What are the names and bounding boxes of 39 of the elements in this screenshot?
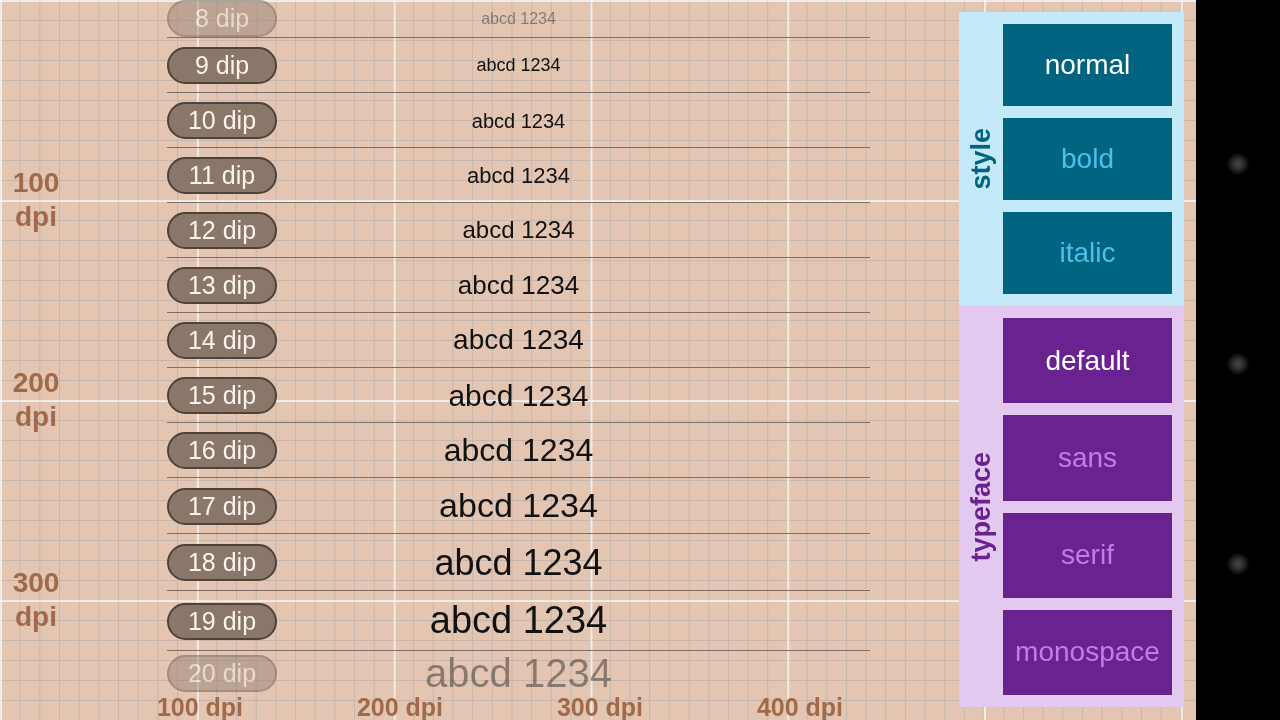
size-button[interactable]: 11 dip [167, 157, 277, 195]
size-button[interactable]: 17 dip [167, 487, 277, 525]
size-button[interactable]: 10 dip [167, 102, 277, 140]
sample-text: abcd 1234 [461, 217, 576, 244]
sample-text: abcd 1234 [428, 600, 609, 643]
option-button[interactable]: serif [1003, 512, 1172, 598]
option-button[interactable]: default [1003, 318, 1172, 404]
sample-text: abcd 1234 [475, 55, 562, 76]
size-button[interactable]: 16 dip [167, 432, 277, 470]
sample-text: abcd 1234 [447, 379, 590, 413]
size-button[interactable]: 19 dip [167, 602, 277, 640]
sample-text: abcd 1234 [456, 271, 581, 300]
ruler-label: 100 dpi [11, 166, 61, 234]
sample-text: abcd 1234 [466, 163, 571, 188]
size-button[interactable]: 13 dip [167, 267, 277, 305]
dot-icon[interactable] [1227, 153, 1249, 175]
section-label: style [967, 128, 995, 190]
sample-text: abcd 1234 [480, 9, 557, 28]
option-button[interactable]: bold [1003, 118, 1172, 200]
sample-text: abcd 1234 [424, 651, 613, 694]
sample-text: abcd 1234 [433, 542, 604, 583]
size-button[interactable]: 9 dip [167, 47, 277, 84]
size-button[interactable]: 12 dip [167, 212, 277, 250]
option-button[interactable]: sans [1003, 415, 1172, 501]
size-button[interactable]: 18 dip [167, 544, 277, 582]
option-button[interactable]: normal [1003, 24, 1172, 106]
size-button[interactable]: 15 dip [167, 377, 277, 415]
dot-icon[interactable] [1227, 553, 1249, 575]
option-button[interactable]: italic [1003, 212, 1172, 294]
sample-text: abcd 1234 [438, 487, 599, 525]
ruler-label: 300 dpi [11, 566, 61, 634]
sample-text: abcd 1234 [470, 109, 567, 132]
section-label: typeface [967, 451, 995, 562]
sample-text: abcd 1234 [452, 325, 585, 357]
option-button[interactable]: monospace [1003, 609, 1172, 695]
dot-icon[interactable] [1227, 353, 1249, 375]
ruler-label: 200 dpi [11, 366, 61, 434]
size-button[interactable]: 14 dip [167, 322, 277, 360]
sample-text: abcd 1234 [442, 433, 595, 469]
